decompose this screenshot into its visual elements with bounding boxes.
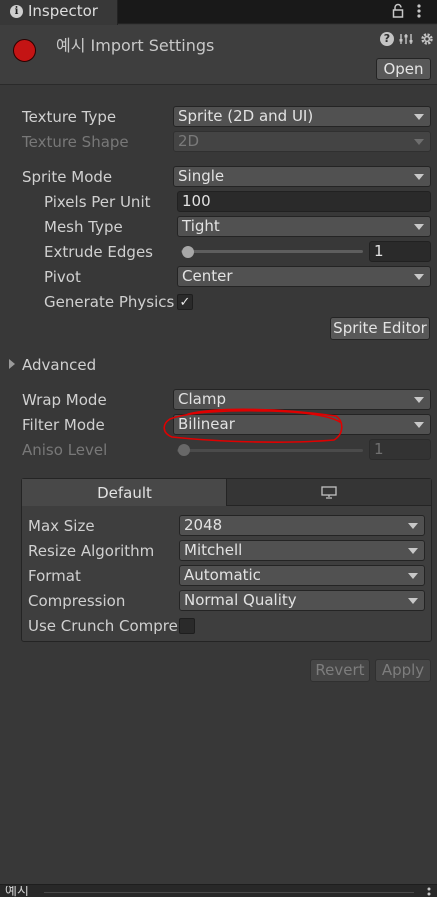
extrude-edges-field[interactable]: 1 [369, 241, 431, 262]
max-size-label: Max Size [28, 517, 95, 535]
wrap-mode-label: Wrap Mode [22, 391, 107, 409]
chevron-down-icon [408, 598, 418, 604]
tab-inspector[interactable]: i Inspector [0, 0, 118, 25]
chevron-down-icon [414, 224, 424, 230]
format-value: Automatic [184, 566, 261, 584]
chevron-down-icon [414, 397, 424, 403]
resize-algorithm-label: Resize Algorithm [28, 542, 155, 560]
pivot-label: Pivot [44, 268, 81, 286]
preview-title: 예시 [5, 886, 29, 897]
monitor-icon [321, 486, 337, 499]
resize-algorithm-dropdown[interactable]: Mitchell [179, 540, 425, 561]
extrude-edges-slider-thumb[interactable] [182, 246, 194, 258]
filter-mode-label: Filter Mode [22, 416, 105, 434]
texture-shape-dropdown: 2D [173, 131, 431, 152]
mesh-type-label: Mesh Type [44, 218, 123, 236]
extrude-edges-label: Extrude Edges [44, 243, 153, 261]
format-dropdown[interactable]: Automatic [179, 565, 425, 586]
preset-icon[interactable] [399, 32, 413, 46]
asset-icon [13, 39, 36, 62]
aniso-level-slider-thumb [178, 444, 190, 456]
resize-algorithm-value: Mitchell [184, 541, 243, 559]
texture-type-value: Sprite (2D and UI) [178, 107, 314, 125]
chevron-down-icon [414, 139, 424, 145]
tab-default[interactable]: Default [22, 479, 227, 506]
asset-title: 예시 Import Settings [56, 36, 215, 55]
advanced-foldout[interactable]: Advanced [22, 356, 96, 374]
max-size-value: 2048 [184, 516, 223, 534]
mesh-type-dropdown[interactable]: Tight [177, 216, 431, 237]
preview-divider [44, 892, 414, 893]
tab-default-label: Default [97, 484, 152, 502]
max-size-dropdown[interactable]: 2048 [179, 515, 425, 536]
generate-physics-label: Generate Physics [44, 293, 175, 311]
use-crunch-compression-label: Use Crunch Compres [28, 617, 178, 635]
use-crunch-compression-checkbox[interactable] [179, 618, 195, 634]
sprite-mode-label: Sprite Mode [22, 168, 113, 186]
apply-button[interactable]: Apply [375, 659, 431, 682]
chevron-down-icon [414, 174, 424, 180]
chevron-down-icon [408, 573, 418, 579]
pivot-dropdown[interactable]: Center [177, 266, 431, 287]
texture-type-label: Texture Type [22, 108, 117, 126]
compression-dropdown[interactable]: Normal Quality [179, 590, 425, 611]
kebab-menu-icon[interactable] [426, 886, 432, 897]
help-icon[interactable]: ? [380, 32, 394, 46]
chevron-down-icon [414, 422, 424, 428]
open-button[interactable]: Open [376, 58, 431, 80]
aniso-level-field: 1 [369, 439, 431, 460]
format-label: Format [28, 567, 81, 585]
compression-value: Normal Quality [184, 591, 297, 609]
pivot-value: Center [182, 267, 233, 285]
generate-physics-checkbox[interactable]: ✓ [177, 294, 193, 310]
filter-mode-dropdown[interactable]: Bilinear [173, 414, 431, 435]
kebab-menu-icon[interactable] [416, 3, 422, 19]
filter-mode-value: Bilinear [178, 415, 235, 433]
texture-type-dropdown[interactable]: Sprite (2D and UI) [173, 106, 431, 127]
revert-button[interactable]: Revert [310, 659, 370, 682]
aniso-level-slider [177, 449, 363, 452]
settings-icon[interactable] [420, 32, 434, 46]
sprite-mode-value: Single [178, 167, 225, 185]
texture-shape-label: Texture Shape [22, 133, 129, 151]
chevron-down-icon [414, 274, 424, 280]
lock-icon[interactable] [392, 3, 404, 19]
compression-label: Compression [28, 592, 126, 610]
chevron-down-icon [408, 548, 418, 554]
foldout-arrow-icon[interactable] [9, 359, 15, 369]
mesh-type-value: Tight [182, 217, 220, 235]
info-icon: i [10, 5, 23, 18]
sprite-editor-button[interactable]: Sprite Editor [330, 317, 430, 340]
texture-shape-value: 2D [178, 132, 200, 150]
chevron-down-icon [414, 114, 424, 120]
wrap-mode-value: Clamp [178, 390, 226, 408]
bottom-preview-bar [0, 884, 437, 897]
extrude-edges-slider[interactable] [181, 250, 363, 253]
tab-standalone[interactable] [227, 479, 431, 506]
sprite-mode-dropdown[interactable]: Single [173, 166, 431, 187]
wrap-mode-dropdown[interactable]: Clamp [173, 389, 431, 410]
tab-title: Inspector [28, 2, 98, 20]
chevron-down-icon [408, 523, 418, 529]
pixels-per-unit-label: Pixels Per Unit [44, 193, 151, 211]
pixels-per-unit-field[interactable]: 100 [177, 191, 431, 212]
aniso-level-label: Aniso Level [22, 441, 108, 459]
